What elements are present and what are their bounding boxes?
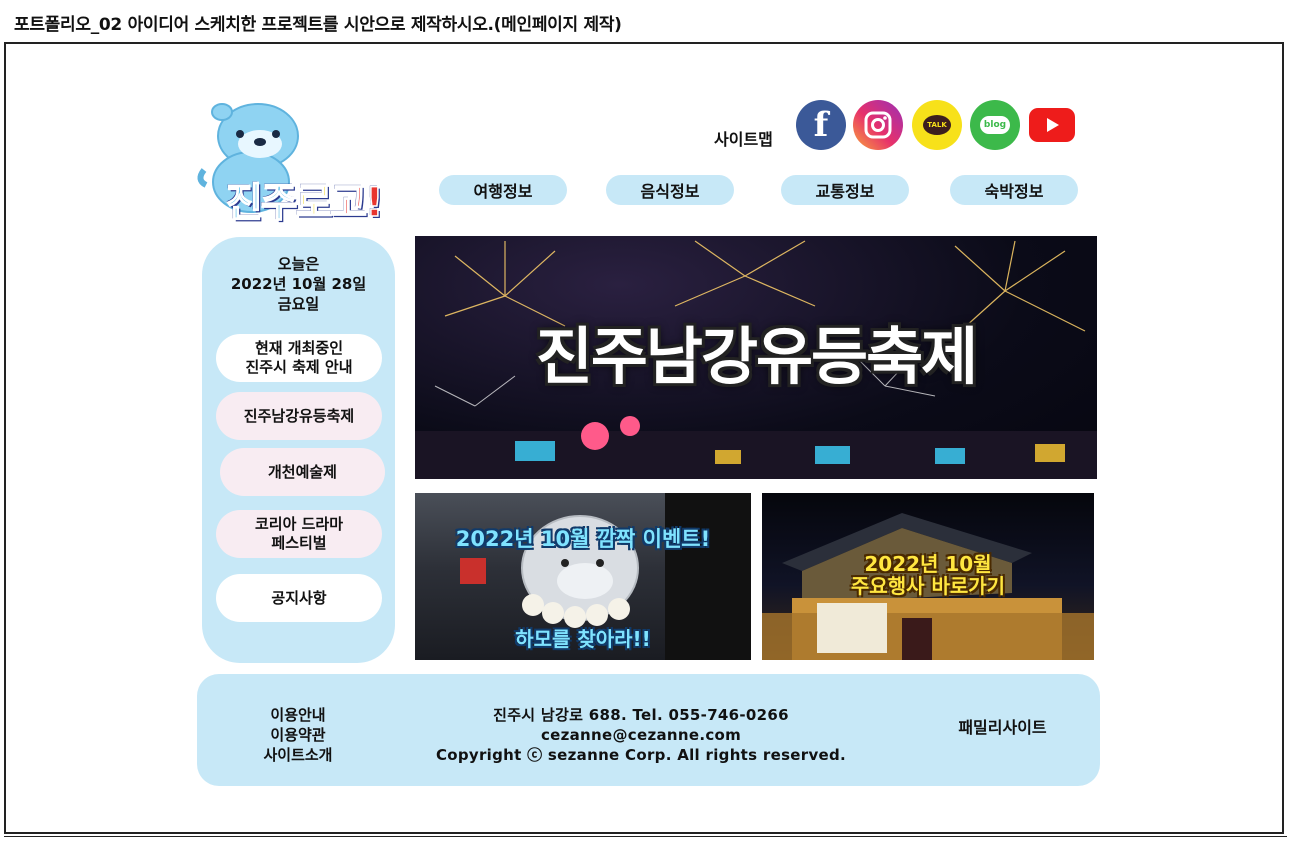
footer-links: 이용안내 이용약관 사이트소개: [238, 705, 358, 765]
instagram-icon[interactable]: [853, 100, 903, 150]
today-date: 오늘은 2022년 10월 28일 금요일: [202, 254, 395, 314]
youtube-icon[interactable]: [1029, 108, 1075, 142]
footer-address: 진주시 남강로 688. Tel. 055-746-0266: [493, 706, 789, 724]
logo-part-jinju: 진주: [225, 179, 298, 227]
schedule-line-2: 주요행사 바로가기: [850, 574, 1006, 598]
play-icon: [1047, 118, 1059, 132]
side-item-gaecheon-art[interactable]: 개천예술제: [220, 448, 385, 496]
logo-part-ro: 로: [295, 179, 333, 227]
nav-food-info[interactable]: 음식정보: [606, 175, 734, 205]
family-site-link[interactable]: 패밀리사이트: [940, 714, 1065, 738]
date-line-3: 금요일: [277, 295, 320, 313]
current-festival-line-1: 현재 개최중인: [254, 339, 344, 357]
side-item-lantern-festival[interactable]: 진주남강유등축제: [216, 392, 382, 440]
side-item-label: 진주남강유등축제: [243, 406, 355, 425]
footer-copyright: Copyright ⓒ sezanne Corp. All rights res…: [435, 746, 847, 764]
main-banner-title: 진주남강유등축제: [535, 320, 978, 393]
frame-divider: [4, 836, 1287, 837]
kakaotalk-label: TALK: [923, 115, 951, 135]
sitemap-link[interactable]: 사이트맵: [714, 126, 773, 150]
date-line-2: 2022년 10월 28일: [230, 275, 367, 293]
event-banner-title: 2022년 10월 깜짝 이벤트!: [455, 527, 711, 551]
logo-part-go: 고!: [330, 179, 385, 227]
site-logo[interactable]: 진주로고!: [196, 100, 396, 228]
current-festival-line-2: 진주시 축제 안내: [245, 358, 353, 376]
side-item-notice[interactable]: 공지사항: [216, 574, 382, 622]
kakaotalk-icon[interactable]: TALK: [912, 100, 962, 150]
footer-email: cezanne@cezanne.com: [540, 726, 742, 744]
side-item-label: 공지사항: [271, 588, 327, 607]
schedule-banner-title: 2022년 10월 주요행사 바로가기: [762, 553, 1094, 597]
event-banner[interactable]: 2022년 10월 깜짝 이벤트! 하모를 찾아라!!: [415, 493, 751, 660]
blog-label: blog: [980, 116, 1010, 134]
event-banner-subtitle: 하모를 찾아라!!: [515, 627, 651, 651]
instagram-glyph-icon: [864, 111, 892, 139]
nav-transport-info[interactable]: 교통정보: [781, 175, 909, 205]
date-line-1: 오늘은: [277, 255, 320, 273]
blog-icon[interactable]: blog: [970, 100, 1020, 150]
footer-link-about[interactable]: 사이트소개: [238, 745, 358, 765]
side-item-label: 개천예술제: [267, 462, 337, 481]
side-item-label-line-1: 코리아 드라마: [254, 515, 344, 533]
footer-info: 진주시 남강로 688. Tel. 055-746-0266 cezanne@c…: [400, 705, 882, 765]
nav-lodging-info[interactable]: 숙박정보: [950, 175, 1078, 205]
current-festival-heading: 현재 개최중인 진주시 축제 안내: [216, 334, 382, 382]
footer-link-guide[interactable]: 이용안내: [238, 705, 358, 725]
nav-travel-info[interactable]: 여행정보: [439, 175, 567, 205]
side-item-label-line-2: 페스티벌: [271, 534, 327, 552]
logo-wordmark: 진주로고!: [225, 170, 385, 228]
assignment-caption: 포트폴리오_02 아이디어 스케치한 프로젝트를 시안으로 제작하시오.(메인페…: [14, 15, 622, 35]
schedule-line-1: 2022년 10월: [864, 552, 992, 576]
footer-link-terms[interactable]: 이용약관: [238, 725, 358, 745]
schedule-banner[interactable]: 2022년 10월 주요행사 바로가기: [762, 493, 1094, 660]
facebook-icon[interactable]: f: [796, 100, 846, 150]
main-banner-lantern-festival[interactable]: 진주남강유등축제: [415, 236, 1097, 479]
side-item-drama-festival[interactable]: 코리아 드라마 페스티벌: [216, 510, 382, 558]
